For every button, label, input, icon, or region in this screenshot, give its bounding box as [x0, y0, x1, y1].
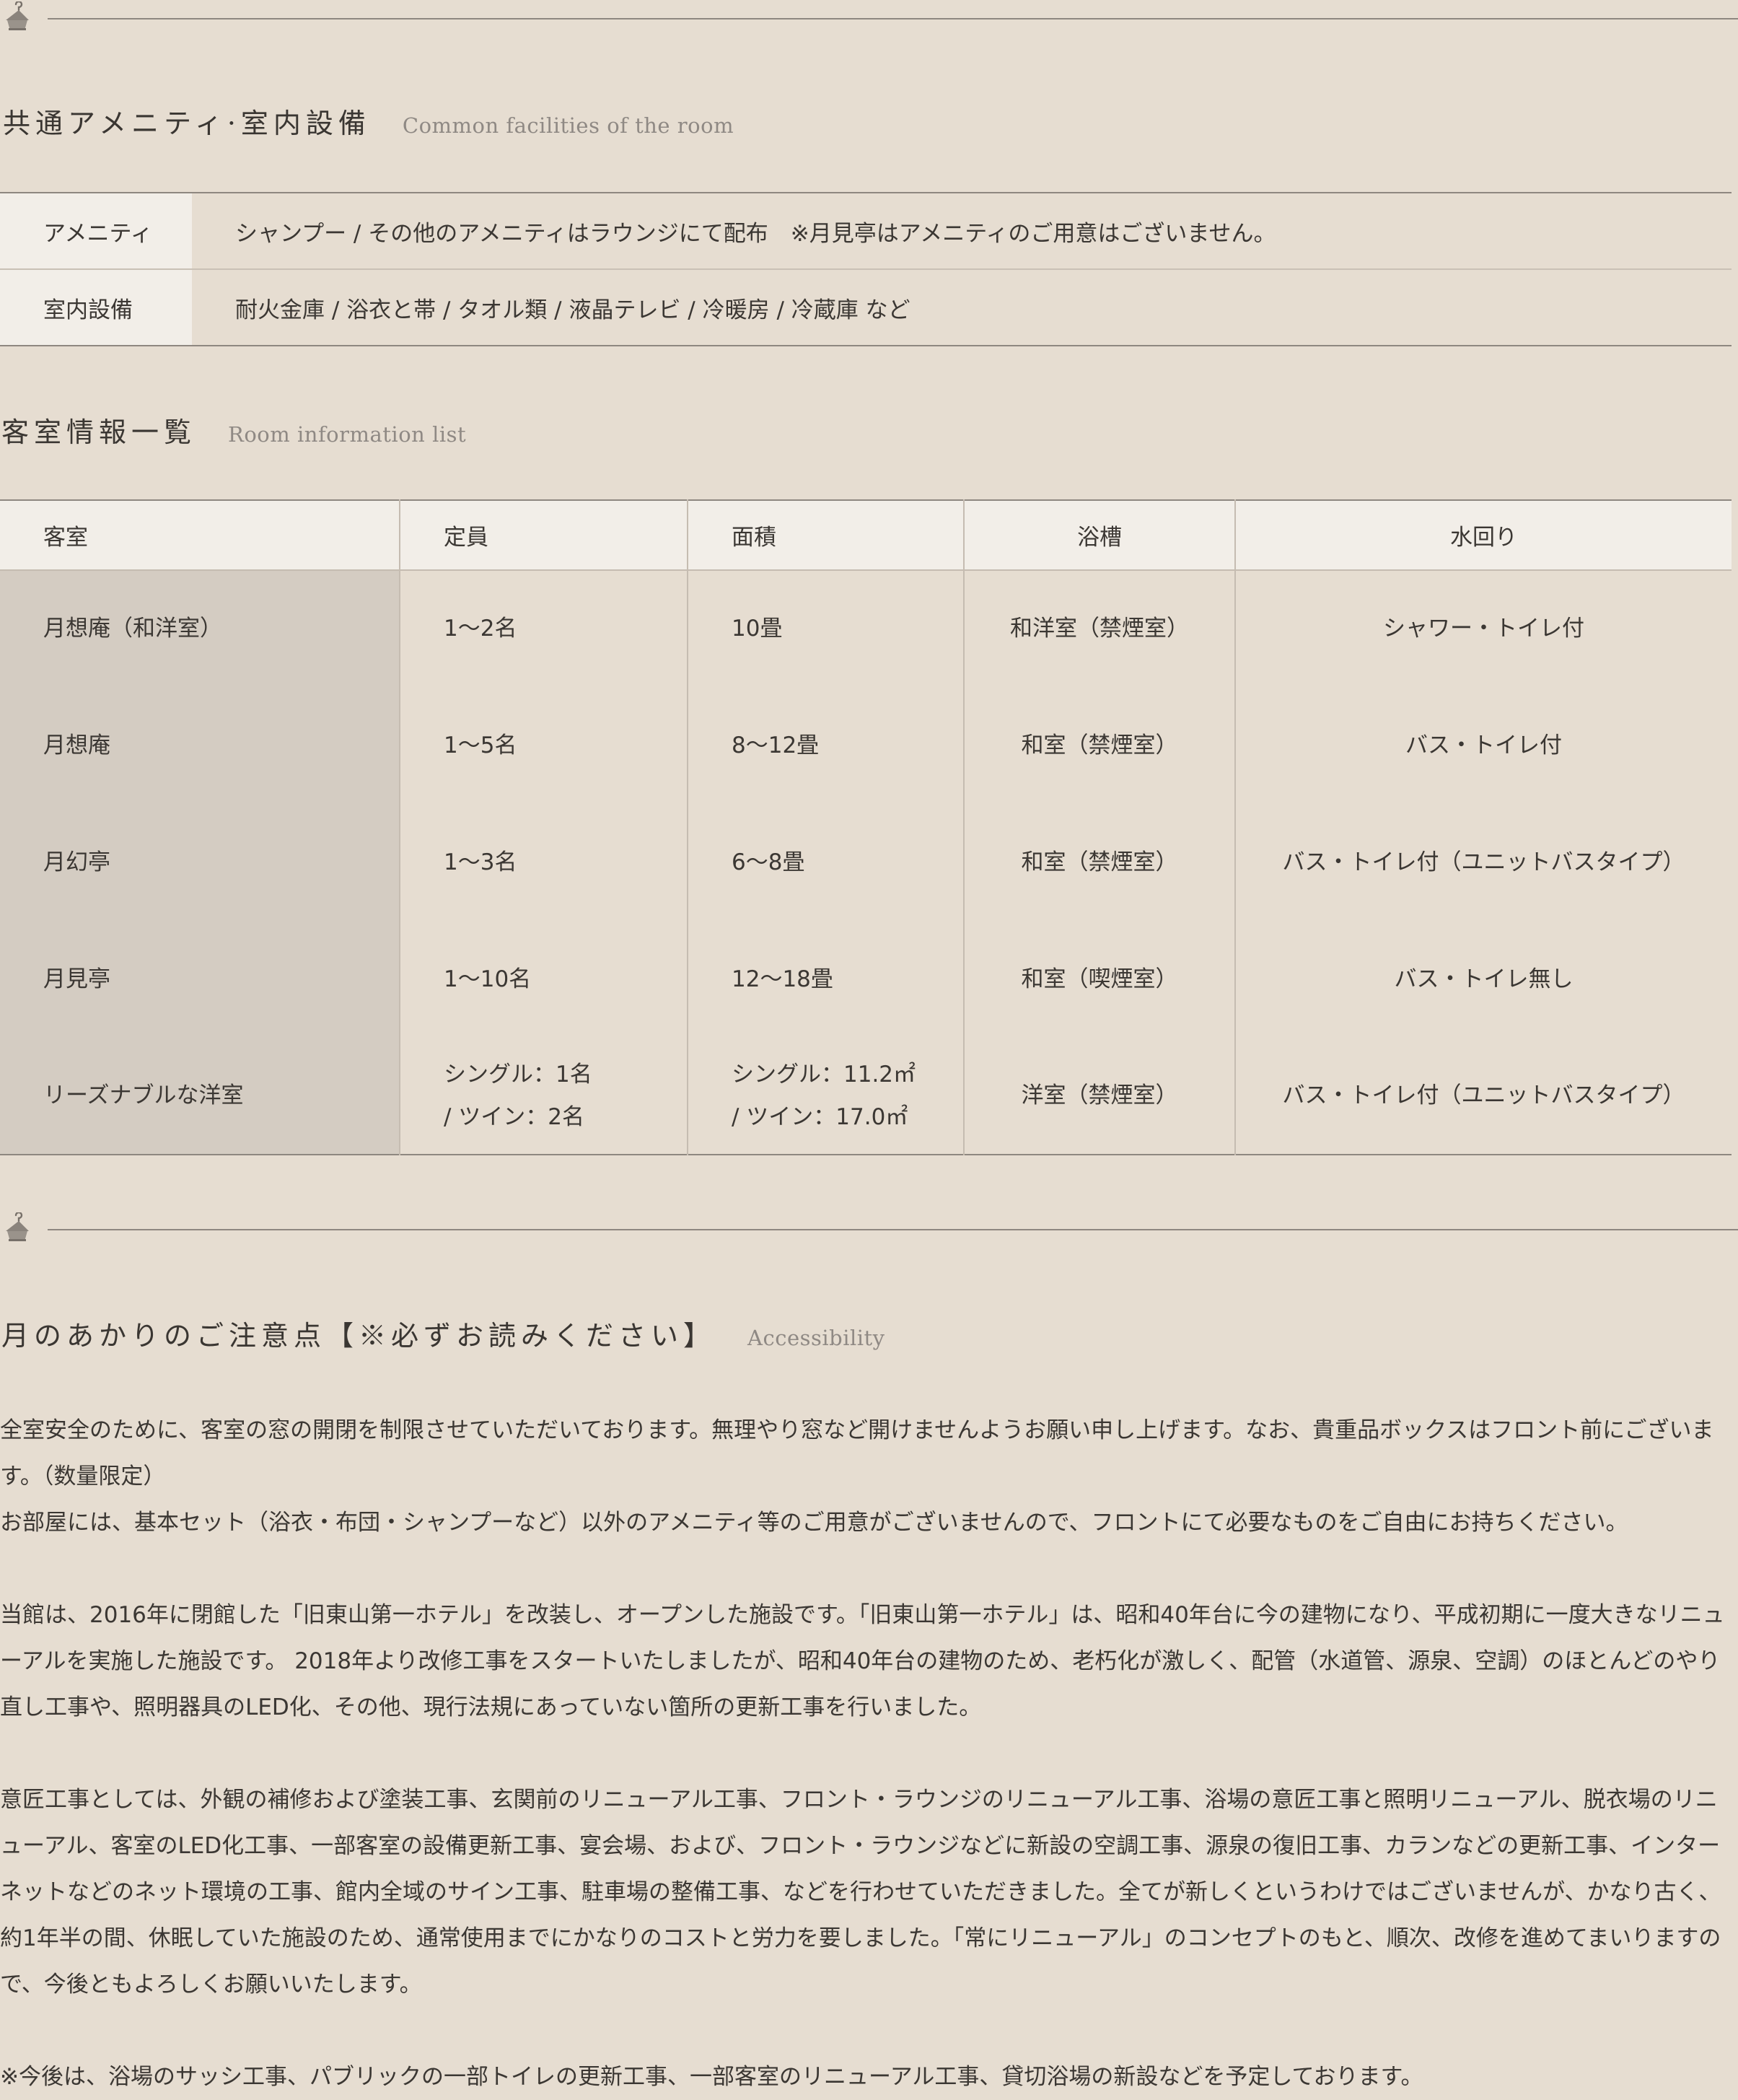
room-capacity: 1〜5名 — [400, 687, 688, 804]
room-capacity: 1〜2名 — [400, 570, 688, 687]
section-title-en: Room information list — [228, 422, 467, 447]
header-water: 水回り — [1235, 500, 1732, 571]
room-bath: 和室（禁煙室） — [964, 804, 1236, 921]
room-area: シングル：11.2㎡ / ツイン：17.0㎡ — [688, 1038, 965, 1155]
section-title-jp: 月のあかりのご注意点【※必ずお読みください】 — [1, 1320, 716, 1352]
room-capacity: シングル：1名 / ツイン：2名 — [400, 1038, 688, 1155]
amenity-label: アメニティ — [0, 193, 192, 269]
note-paragraph: 当館は、2016年に閉館した「旧東山第一ホテル」を改装し、オープンした施設です。… — [0, 1602, 1725, 1720]
note-paragraph: 全室安全のために、客室の窓の開閉を制限させていただいております。無理やり窓など開… — [0, 1417, 1714, 1489]
table-row: 月想庵 1〜5名 8〜12畳 和室（禁煙室） バス・トイレ付 — [0, 687, 1732, 804]
hanger-icon — [6, 1212, 29, 1241]
section-title-common-facilities: 共通アメニティ·室内設備 Common facilities of the ro… — [3, 101, 734, 141]
table-row: 月見亭 1〜10名 12〜18畳 和室（喫煙室） バス・トイレ無し — [0, 921, 1732, 1038]
header-area: 面積 — [688, 500, 965, 571]
divider-line — [48, 1229, 1738, 1230]
divider-line — [48, 18, 1738, 19]
hanger-icon — [6, 1, 29, 30]
table-row: 月幻亭 1〜3名 6〜8畳 和室（禁煙室） バス・トイレ付（ユニットバスタイプ） — [0, 804, 1732, 921]
room-info-table: 客室 定員 面積 浴槽 水回り 月想庵（和洋室） 1〜2名 10畳 和洋室（禁煙… — [0, 499, 1732, 1155]
amenity-value: シャンプー / その他のアメニティはラウンジにて配布 ※月見亭はアメニティのご用… — [235, 220, 1276, 247]
table-row: 室内設備 耐火金庫 / 浴衣と帯 / タオル類 / 液晶テレビ / 冷暖房 / … — [0, 268, 1732, 346]
room-water: バス・トイレ付（ユニットバスタイプ） — [1282, 1082, 1685, 1109]
note-paragraph: 意匠工事としては、外観の補修および塗装工事、玄関前のリニューアル工事、フロント・… — [0, 1787, 1721, 1998]
room-name: 月想庵 — [0, 687, 400, 804]
room-water: バス・トイレ付 — [1405, 732, 1562, 758]
facility-value: 耐火金庫 / 浴衣と帯 / タオル類 / 液晶テレビ / 冷暖房 / 冷蔵庫 な… — [192, 268, 1732, 346]
section-title-en: Accessibility — [747, 1326, 885, 1350]
amenity-table: アメニティ シャンプー / その他のアメニティはラウンジにて配布 ※月見亭はアメ… — [0, 192, 1732, 346]
note-paragraph: お部屋には、基本セット（浴衣・布団・シャンプーなど）以外のアメニティ等のご用意が… — [0, 1510, 1628, 1536]
room-name: 月見亭 — [0, 921, 400, 1038]
room-name: 月想庵（和洋室） — [0, 570, 400, 687]
room-name: 月幻亭 — [0, 804, 400, 921]
section-title-room-list: 客室情報一覧 Room information list — [1, 410, 466, 450]
room-bath: 洋室（禁煙室） — [964, 1038, 1236, 1155]
header-room: 客室 — [0, 500, 400, 571]
section-title-jp: 客室情報一覧 — [1, 416, 197, 448]
room-bath: 和室（喫煙室） — [964, 921, 1236, 1038]
room-name: リーズナブルな洋室 — [0, 1038, 400, 1155]
table-row: リーズナブルな洋室 シングル：1名 / ツイン：2名 シングル：11.2㎡ / ツイ… — [0, 1038, 1732, 1155]
room-water: バス・トイレ無し — [1394, 966, 1574, 992]
section-divider — [0, 1, 1738, 35]
header-capacity: 定員 — [400, 500, 688, 571]
room-capacity: 1〜3名 — [400, 804, 688, 921]
note-paragraph: ※今後は、浴場のサッシ工事、パブリックの一部トイレの更新工事、一部客室のリニュー… — [0, 2064, 1423, 2090]
facility-label: 室内設備 — [0, 268, 192, 346]
room-capacity: 1〜10名 — [400, 921, 688, 1038]
section-title-notes: 月のあかりのご注意点【※必ずお読みください】 Accessibility — [1, 1313, 885, 1353]
section-divider — [0, 1212, 1738, 1246]
room-area: 10畳 — [688, 570, 965, 687]
room-area: 12〜18畳 — [688, 921, 965, 1038]
room-bath: 和洋室（禁煙室） — [964, 570, 1236, 687]
notes-body: 全室安全のために、客室の窓の開閉を制限させていただいております。無理やり窓など開… — [0, 1407, 1735, 2100]
section-title-jp: 共通アメニティ·室内設備 — [3, 108, 371, 139]
table-header-row: 客室 定員 面積 浴槽 水回り — [0, 500, 1732, 571]
section-title-en: Common facilities of the room — [402, 113, 734, 138]
room-bath: 和室（禁煙室） — [964, 687, 1236, 804]
header-bath: 浴槽 — [964, 500, 1236, 571]
room-water: シャワー・トイレ付 — [1383, 616, 1584, 642]
room-area: 8〜12畳 — [688, 687, 965, 804]
table-row: アメニティ シャンプー / その他のアメニティはラウンジにて配布 ※月見亭はアメ… — [0, 193, 1732, 269]
table-row: 月想庵（和洋室） 1〜2名 10畳 和洋室（禁煙室） シャワー・トイレ付 — [0, 570, 1732, 687]
room-area: 6〜8畳 — [688, 804, 965, 921]
room-water: バス・トイレ付（ユニットバスタイプ） — [1282, 849, 1685, 875]
